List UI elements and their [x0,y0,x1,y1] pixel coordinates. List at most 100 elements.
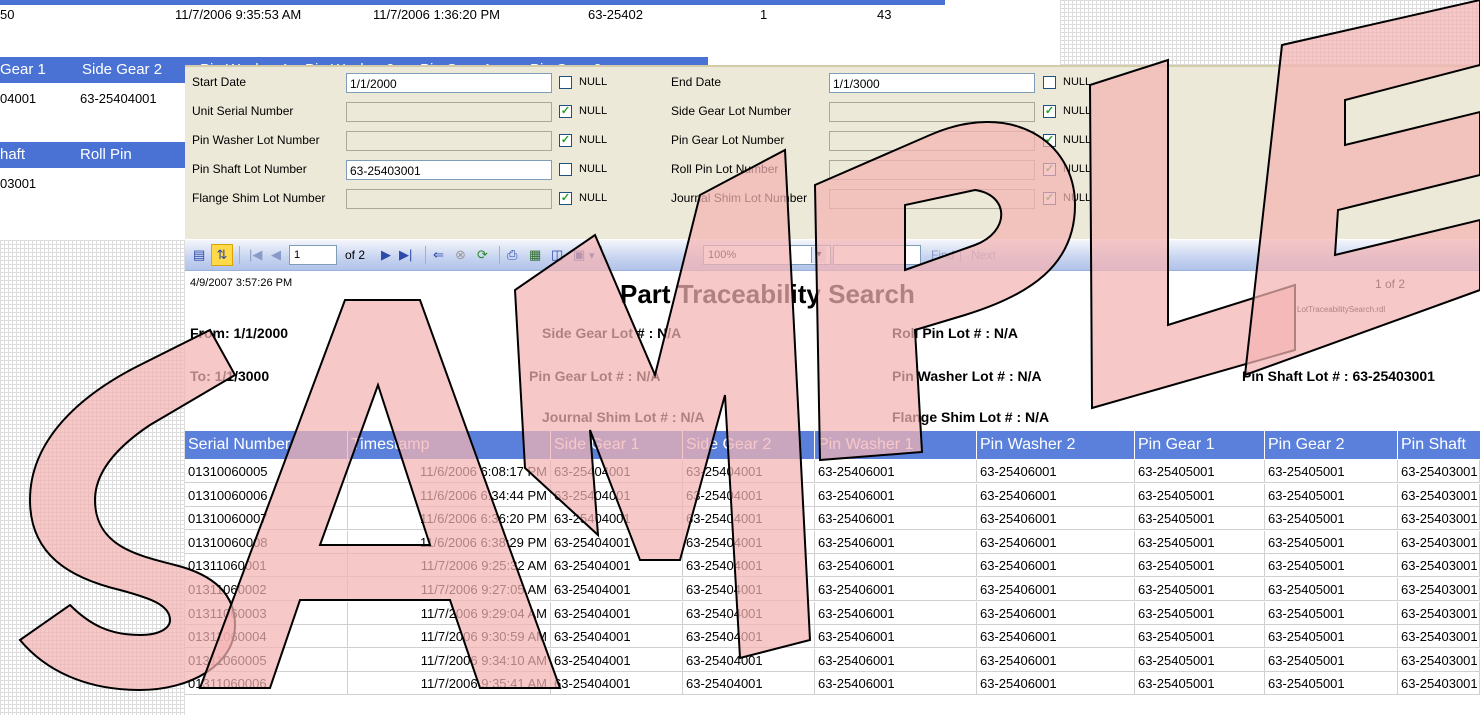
stop-icon[interactable]: ⊗ [455,247,466,263]
back-icon[interactable]: ⇐ [433,247,444,263]
table-cell: 63-25405001 [1135,483,1265,507]
column-header[interactable]: Pin Gear 1 [1135,431,1265,459]
back-row-1: 04001 63-25404001 [0,91,185,111]
start-date-null-checkbox[interactable] [559,76,572,89]
roll-pin-null-checkbox[interactable]: ✓ [1043,163,1056,176]
next-link[interactable]: Next [971,248,996,262]
pin-washer-input[interactable] [346,131,552,151]
table-cell: 63-25406001 [977,507,1135,531]
roll-pin-input[interactable] [829,160,1035,180]
last-page-icon[interactable]: ▶| [399,247,412,263]
results-table-header: Serial Number Timestamp Side Gear 1 Side… [185,431,1480,459]
flange-shim-null-checkbox[interactable]: ✓ [559,192,572,205]
table-cell: 63-25404001 [683,554,815,578]
zoom-dropdown-icon[interactable]: ▾ [811,247,826,263]
journal-shim-null-checkbox[interactable]: ✓ [1043,192,1056,205]
table-cell: 63-25405001 [1265,530,1398,554]
pin-gear-input[interactable] [829,131,1035,151]
table-cell: 11/6/2006 6:38:29 PM [348,530,551,554]
table-cell: 63-25406001 [815,483,977,507]
toolbar-separator [239,246,240,264]
column-header[interactable]: Side Gear 1 [551,431,683,459]
table-cell: 63-25403001 [1398,554,1480,578]
table-cell: 63-25405001 [1265,648,1398,672]
table-cell: 63-25404001 [551,460,683,483]
back-row-2: 03001 [0,176,185,196]
pin-washer-null-checkbox[interactable]: ✓ [559,134,572,147]
refresh-icon[interactable]: ⟳ [477,247,488,263]
table-cell: 63-25404001 [551,483,683,507]
table-row: 01311060005 11/7/2006 9:34:10 AM 63-254040… [185,648,1480,672]
null-label: NULL [579,105,608,117]
parameters-toggle-icon[interactable]: ▤ [193,247,205,263]
table-cell: 01311060001 [185,554,348,578]
table-cell: 63-25404001 [683,672,815,696]
column-header[interactable]: Pin Shaft [1398,431,1480,459]
filter-journal-shim: Journal Shim Lot # : N/A [542,409,705,425]
report-body: 4/9/2007 3:57:26 PM 1 of 2 Part Traceabi… [185,271,1480,715]
save-dropdown-icon[interactable]: ▾ [589,249,595,262]
end-date-input[interactable]: 1/1/3000 [829,73,1035,93]
unit-serial-null-checkbox[interactable]: ✓ [559,105,572,118]
pin-shaft-null-checkbox[interactable] [559,163,572,176]
side-gear-input[interactable] [829,102,1035,122]
page-setup-icon[interactable]: ◫ [551,247,563,263]
document-map-icon[interactable]: ⇅ [211,244,233,266]
table-cell: 63-25406001 [815,530,977,554]
table-cell: 63-25406001 [977,648,1135,672]
column-header[interactable]: Pin Washer 1 [815,431,977,459]
table-cell: 63-25406001 [815,460,977,483]
flange-shim-input[interactable] [346,189,552,209]
journal-shim-label: Journal Shim Lot Number [671,191,808,205]
table-cell: 63-25403001 [1398,530,1480,554]
filter-side-gear: Side Gear Lot # : N/A [542,325,682,341]
end-date-null-checkbox[interactable] [1043,76,1056,89]
table-cell: 01310060007 [185,507,348,531]
table-cell: 63-25403001 [1398,578,1480,601]
table-cell: 63-25404001 [551,578,683,601]
table-cell: 63-25406001 [815,672,977,696]
table-cell: 01310060006 [185,483,348,507]
find-link[interactable]: Find [931,248,954,262]
pin-shaft-input[interactable]: 63-25403001 [346,160,552,180]
back-header-cell: Gear 1 [0,61,46,78]
table-cell: 11/6/2006 6:08:17 PM [348,460,551,483]
table-cell: 01311060004 [185,625,348,649]
table-cell: 11/7/2006 9:34:10 AM [348,648,551,672]
column-header[interactable]: Side Gear 2 [683,431,815,459]
table-row: 01311060002 11/7/2006 9:27:05 AM 63-254040… [185,578,1480,601]
null-label: NULL [579,134,608,146]
print-layout-icon[interactable]: ▦ [529,247,541,263]
unit-serial-input[interactable] [346,102,552,122]
next-page-icon[interactable]: ▶ [381,247,391,263]
pin-gear-null-checkbox[interactable]: ✓ [1043,134,1056,147]
back-top-bar [0,0,945,5]
page-number-input[interactable]: 1 [289,245,337,265]
start-date-label: Start Date [192,75,247,89]
find-text-input[interactable] [833,245,921,265]
column-header[interactable]: Pin Gear 2 [1265,431,1398,459]
table-cell: 63-25405001 [1135,530,1265,554]
table-cell: 01311060002 [185,578,348,601]
null-label: NULL [1063,76,1092,88]
previous-page-icon[interactable]: ◀ [271,247,281,263]
column-header[interactable]: Pin Washer 2 [977,431,1135,459]
column-header[interactable]: Timestamp [348,431,551,459]
back-header-2: haft Roll Pin [0,142,185,168]
table-row: 01310060008 11/6/2006 6:38:29 PM 63-254040… [185,530,1480,554]
print-icon[interactable]: ⎙ [507,247,517,263]
table-cell: 63-25404001 [683,648,815,672]
table-cell: 63-25405001 [1135,625,1265,649]
journal-shim-input[interactable] [829,189,1035,209]
table-cell: 63-25405001 [1135,507,1265,531]
start-date-input[interactable]: 1/1/2000 [346,73,552,93]
save-icon[interactable]: ▣ [573,247,585,263]
table-row: 01311060006 11/7/2006 9:35:41 AM 63-254040… [185,672,1480,696]
null-label: NULL [579,76,608,88]
table-cell: 63-25403001 [1398,507,1480,531]
first-page-icon[interactable]: |◀ [249,247,262,263]
table-cell: 63-25404001 [551,648,683,672]
column-header[interactable]: Serial Number [185,431,348,459]
table-cell: 63-25405001 [1265,578,1398,601]
side-gear-null-checkbox[interactable]: ✓ [1043,105,1056,118]
